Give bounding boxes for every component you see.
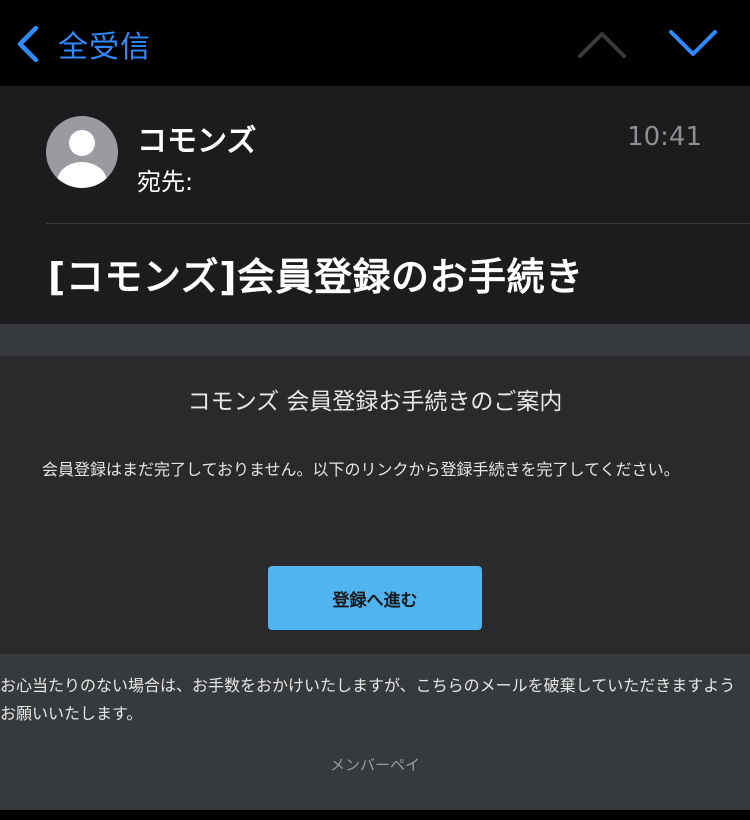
message-header: コモンズ 宛先: 10:41 [コモンズ]会員登録のお手続き xyxy=(0,86,750,324)
card-text: 会員登録はまだ完了しておりません。以下のリンクから登録手続きを完了してください。 xyxy=(42,460,680,479)
sender-name[interactable]: コモンズ xyxy=(137,116,256,160)
proceed-register-button[interactable]: 登録へ進む xyxy=(268,566,482,630)
footer-signature: メンバーペイ xyxy=(329,756,420,774)
back-button-label: 全受信 xyxy=(58,30,151,65)
footer-text: お心当たりのない場合は、お手数をおかけいたしますが、こちらのメールを破棄していた… xyxy=(0,676,736,723)
card-title: コモンズ 会員登録お手続きのご案内 xyxy=(187,389,563,415)
back-button[interactable]: 全受信 xyxy=(14,22,151,66)
bottom-strip xyxy=(0,810,750,820)
person-avatar-icon[interactable] xyxy=(46,116,118,188)
message-body: コモンズ 会員登録お手続きのご案内 会員登録はまだ完了しておりません。以下のリン… xyxy=(0,324,750,820)
message-card: コモンズ 会員登録お手続きのご案内 会員登録はまだ完了しておりません。以下のリン… xyxy=(0,356,750,654)
message-subject: [コモンズ]会員登録のお手続き xyxy=(48,255,584,299)
header-divider xyxy=(46,223,750,224)
navigation-bar: 全受信 xyxy=(0,0,750,86)
chevron-left-icon xyxy=(17,25,39,63)
message-time: 10:41 xyxy=(627,122,702,152)
chevron-down-icon[interactable] xyxy=(667,26,719,62)
chevron-up-icon[interactable] xyxy=(576,26,628,62)
recipient-label: 宛先: xyxy=(137,168,194,196)
